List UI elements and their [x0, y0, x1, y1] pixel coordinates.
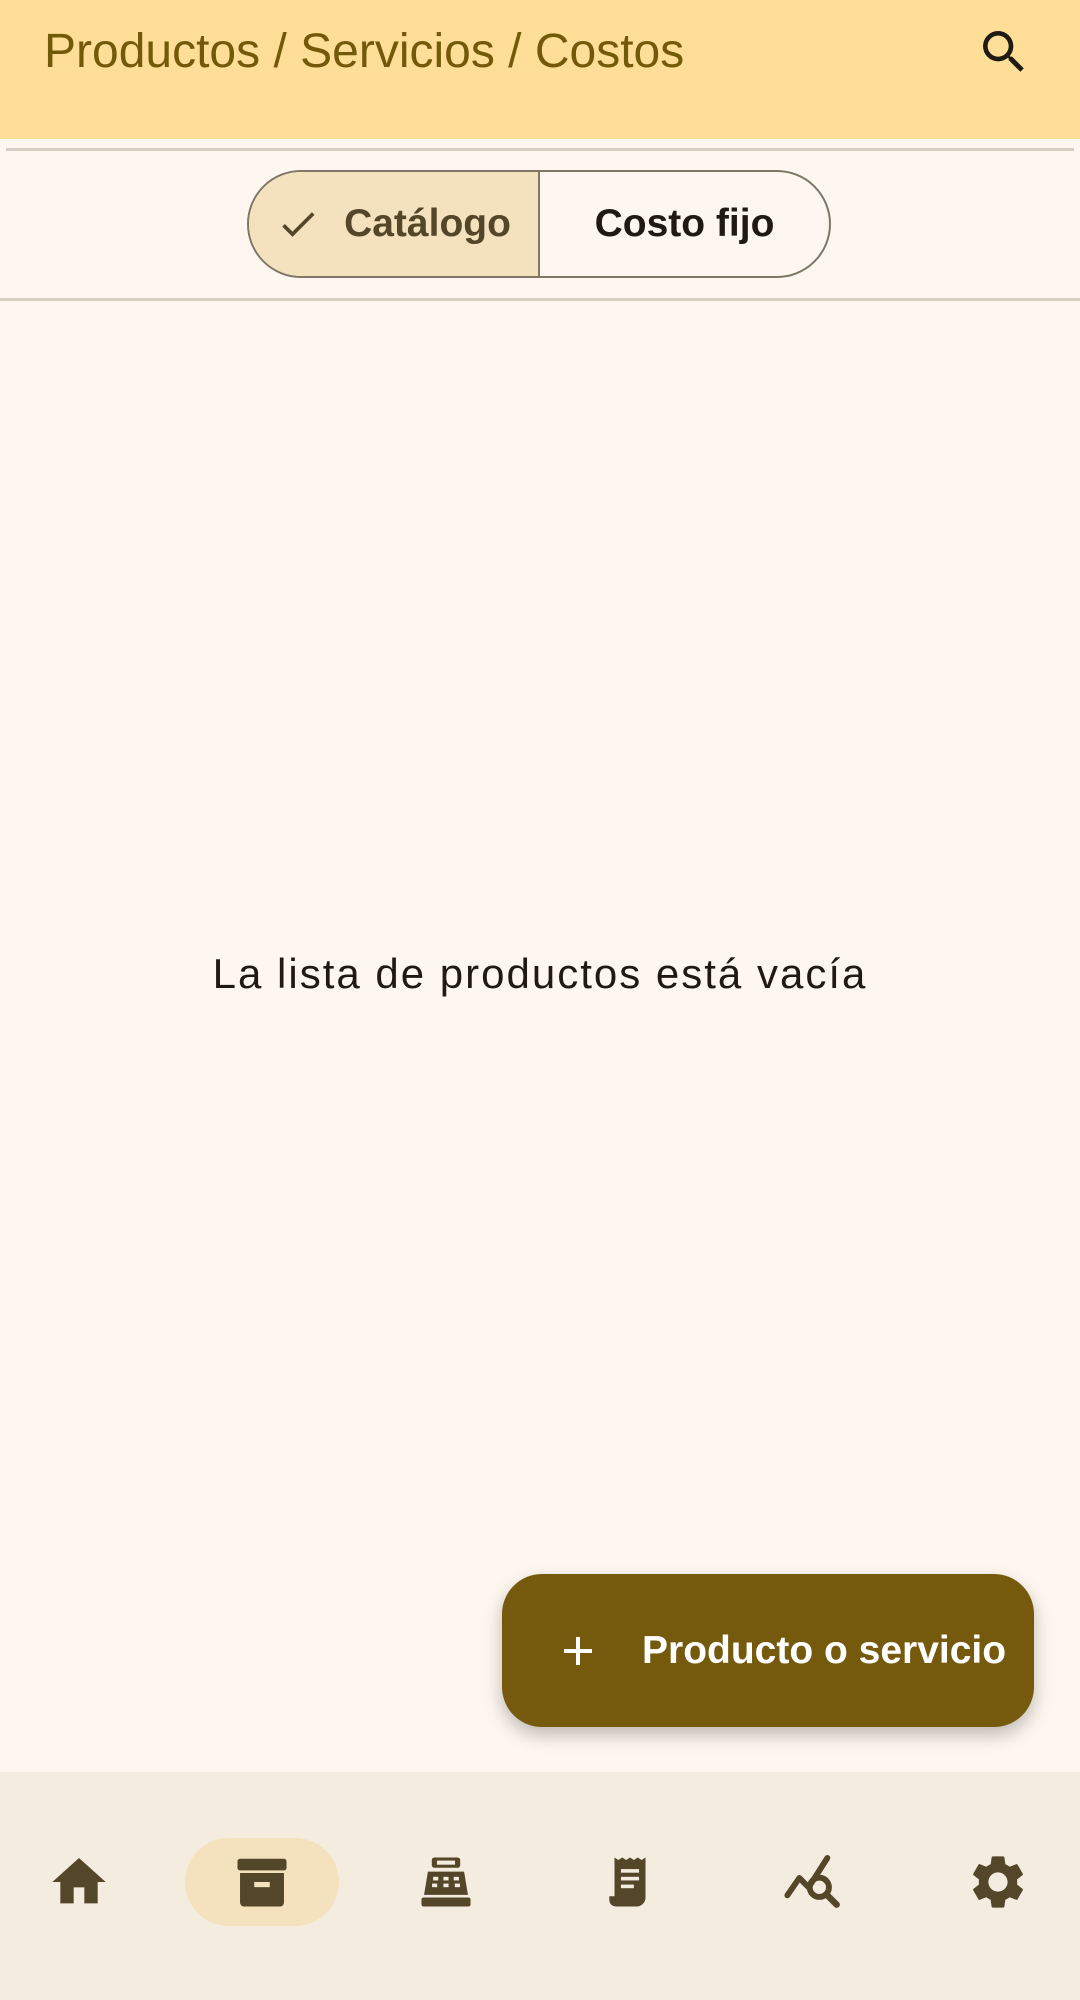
segment-divider	[0, 298, 1080, 301]
receipt-icon	[609, 1857, 646, 1907]
nav-item-receipts[interactable]	[553, 1838, 707, 1926]
app-screen: Productos / Servicios / Costos Catálogo …	[0, 0, 1080, 2000]
top-divider	[6, 148, 1074, 151]
archive-icon	[237, 1858, 287, 1907]
nav-item-home[interactable]	[2, 1838, 156, 1926]
page-title: Productos / Servicios / Costos	[44, 25, 685, 78]
segmented-control: Catálogo Costo fijo	[247, 170, 831, 278]
segment-catalogo-label: Catálogo	[344, 202, 511, 245]
bottom-navigation	[0, 1772, 1080, 2000]
segment-costo-fijo[interactable]: Costo fijo	[540, 172, 829, 276]
segment-catalogo[interactable]: Catálogo	[249, 172, 540, 276]
home-icon	[52, 1858, 106, 1904]
empty-state-message: La lista de productos está vacía	[212, 950, 868, 997]
nav-item-settings[interactable]	[921, 1838, 1075, 1926]
top-app-bar: Productos / Servicios / Costos	[0, 0, 1080, 139]
fab-label: Producto o servicio	[642, 1628, 1007, 1672]
search-button[interactable]	[972, 20, 1036, 84]
add-product-fab[interactable]: Producto o servicio	[502, 1574, 1034, 1727]
nav-item-analytics[interactable]	[737, 1838, 891, 1926]
nav-item-catalog[interactable]	[185, 1838, 339, 1926]
segment-costo-fijo-label: Costo fijo	[594, 202, 775, 245]
search-icon	[983, 31, 1024, 72]
gear-icon	[973, 1856, 1023, 1908]
chart-search-icon	[784, 1855, 840, 1908]
check-icon	[276, 202, 320, 246]
plus-icon	[554, 1627, 602, 1675]
nav-item-sales[interactable]	[369, 1838, 523, 1926]
cash-register-icon	[421, 1857, 471, 1907]
